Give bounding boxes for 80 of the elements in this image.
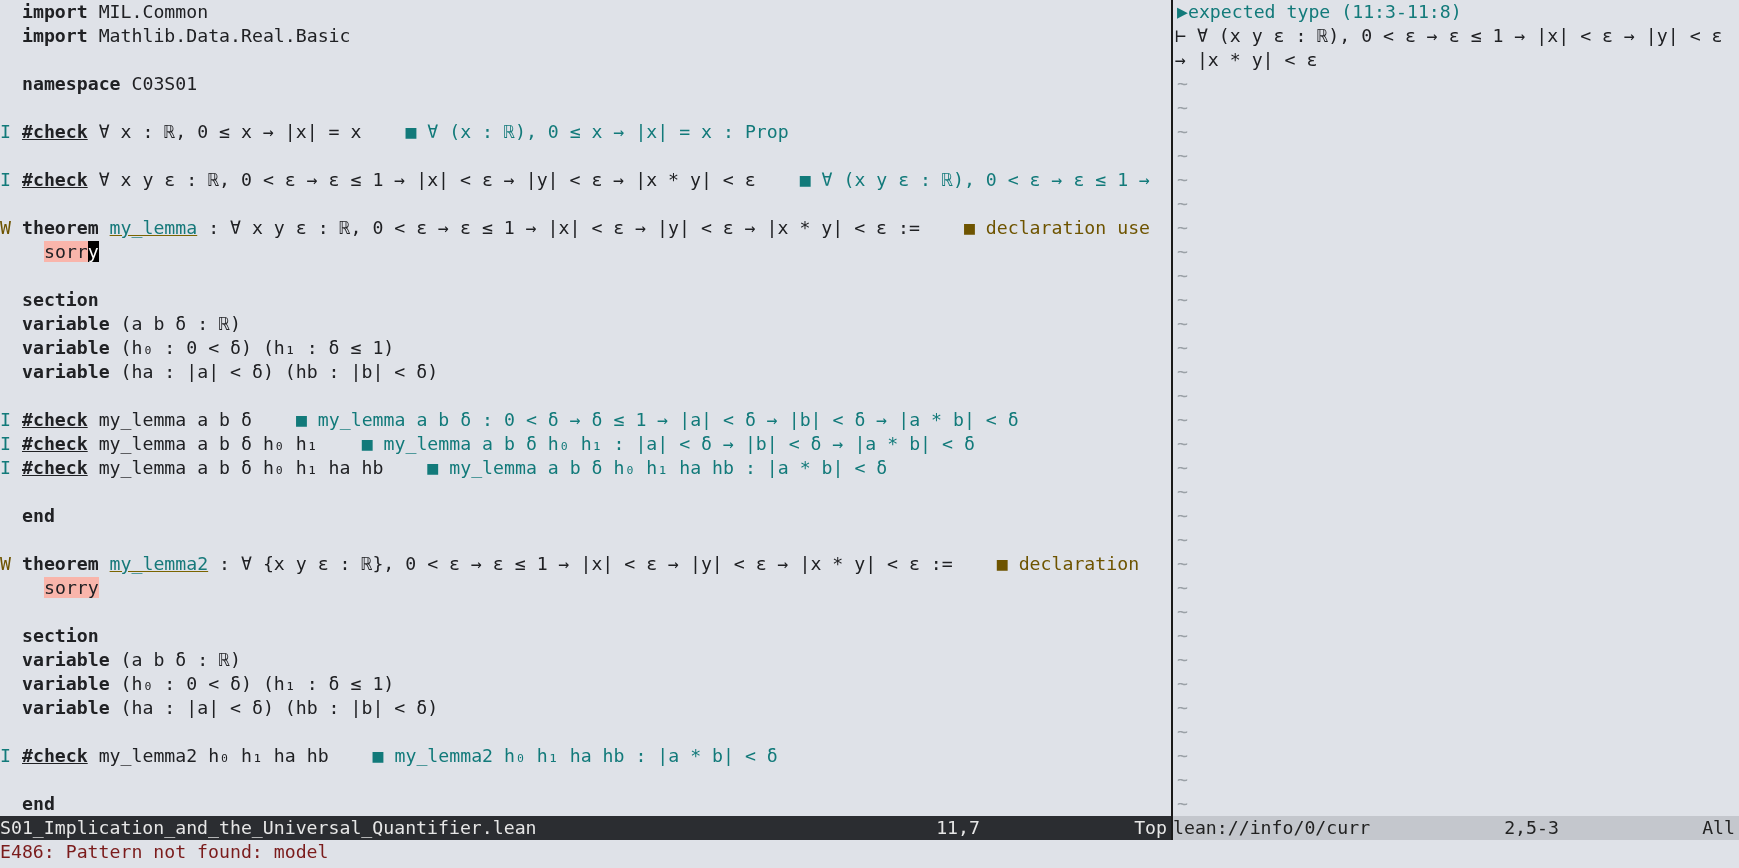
filler-tilde: ~ <box>1177 96 1188 120</box>
cursor-position: 11,7 <box>936 816 981 840</box>
info-header[interactable]: ▶expected type (11:3-11:8) <box>1177 0 1462 24</box>
text-cursor: y <box>87 241 99 262</box>
sign-marker: I <box>0 121 11 142</box>
filler-tilde: ~ <box>1177 744 1188 768</box>
filler-tilde: ~ <box>1177 288 1188 312</box>
code-line: import MIL.Common <box>22 0 209 24</box>
filler-tilde: ~ <box>1177 720 1188 744</box>
filler-tilde: ~ <box>1177 528 1188 552</box>
code-line: #check ∀ x y ε : ℝ, 0 < ε → ε ≤ 1 → |x| < ε → |y| < ε → |x * y| < ε <box>22 168 756 192</box>
code-line: #check ∀ x : ℝ, 0 ≤ x → |x| = x <box>22 120 362 144</box>
filler-tilde: ~ <box>1177 168 1188 192</box>
cursor-position: 2,5-3 <box>1504 816 1560 840</box>
sign-marker: I <box>0 457 11 478</box>
code-line: section <box>22 288 99 312</box>
filler-tilde: ~ <box>1177 312 1188 336</box>
diagnostic-text: ■ ∀ (x y ε : ℝ), 0 < ε → ε ≤ 1 → <box>799 168 1151 192</box>
filler-tilde: ~ <box>1177 792 1188 816</box>
code-line: #check my_lemma2 h₀ h₁ ha hb <box>22 744 329 768</box>
code-line: #check my_lemma a b δ h₀ h₁ ha hb <box>22 456 384 480</box>
filler-tilde: ~ <box>1177 120 1188 144</box>
filler-tilde: ~ <box>1177 384 1188 408</box>
code-line: variable (a b δ : ℝ) <box>22 648 241 672</box>
scroll-position: Top <box>1134 816 1168 840</box>
code-line: namespace C03S01 <box>22 72 198 96</box>
filler-tilde: ~ <box>1177 144 1188 168</box>
sign-marker: W <box>0 553 11 574</box>
filler-tilde: ~ <box>1177 336 1188 360</box>
filler-tilde: ~ <box>1177 768 1188 792</box>
filler-tilde: ~ <box>1177 240 1188 264</box>
filler-tilde: ~ <box>1177 624 1188 648</box>
code-line: #check my_lemma a b δ <box>22 408 252 432</box>
filler-tilde: ~ <box>1177 672 1188 696</box>
sorry-highlight: sorry <box>44 577 99 598</box>
code-line: end <box>22 792 55 816</box>
code-line: section <box>22 624 99 648</box>
diagnostic-text: ■ my_lemma2 h₀ h₁ ha hb : |a * b| < δ <box>372 744 778 768</box>
scroll-position: All <box>1702 816 1736 840</box>
goal-text: ⊢ ∀ (x y ε : ℝ), 0 < ε → ε ≤ 1 → |x| < ε → |y| < ε → |x * y| < ε <box>1174 24 1724 72</box>
filler-tilde: ~ <box>1177 408 1188 432</box>
sorry-highlight: sorr <box>44 241 88 262</box>
command-line-message: E486: Pattern not found: model <box>0 841 329 862</box>
sign-marker: I <box>0 433 11 454</box>
diagnostic-text: ■ my_lemma a b δ : 0 < δ → δ ≤ 1 → |a| < δ → |b| < δ → |a * b| < δ <box>295 408 1019 432</box>
diagnostic-text: ■ declaration use <box>963 216 1151 240</box>
filler-tilde: ~ <box>1177 600 1188 624</box>
filler-tilde: ~ <box>1177 696 1188 720</box>
code-line: import Mathlib.Data.Real.Basic <box>22 24 351 48</box>
code-line: variable (ha : |a| < δ) (hb : |b| < δ) <box>22 696 439 720</box>
sign-marker: I <box>0 169 11 190</box>
file-name: S01_Implication_and_the_Universal_Quantifier.lean <box>0 816 538 840</box>
filler-tilde: ~ <box>1177 456 1188 480</box>
code-line: theorem my_lemma : ∀ x y ε : ℝ, 0 < ε → ε ≤ 1 → |x| < ε → |y| < ε → |x * y| < ε := <box>22 216 920 240</box>
filler-tilde: ~ <box>1177 216 1188 240</box>
diagnostic-text: ■ declaration <box>996 552 1140 576</box>
filler-tilde: ~ <box>1177 72 1188 96</box>
code-line: end <box>22 504 55 528</box>
code-line: theorem my_lemma2 : ∀ {x y ε : ℝ}, 0 < ε → ε ≤ 1 → |x| < ε → |y| < ε → |x * y| < ε := <box>22 552 953 576</box>
code-line: variable (h₀ : 0 < δ) (h₁ : δ ≤ 1) <box>22 672 395 696</box>
filler-tilde: ~ <box>1177 432 1188 456</box>
code-line: variable (a b δ : ℝ) <box>22 312 241 336</box>
diagnostic-text: ■ my_lemma a b δ h₀ h₁ ha hb : |a * b| < δ <box>427 456 888 480</box>
code-line: variable (h₀ : 0 < δ) (h₁ : δ ≤ 1) <box>22 336 395 360</box>
filler-tilde: ~ <box>1177 360 1188 384</box>
file-name: lean://info/0/curr <box>1173 816 1372 840</box>
filler-tilde: ~ <box>1177 648 1188 672</box>
sign-marker: W <box>0 217 11 238</box>
diagnostic-text: ■ ∀ (x : ℝ), 0 ≤ x → |x| = x : Prop <box>405 120 789 144</box>
code-line: #check my_lemma a b δ h₀ h₁ <box>22 432 318 456</box>
filler-tilde: ~ <box>1177 192 1188 216</box>
filler-tilde: ~ <box>1177 576 1188 600</box>
code-line: variable (ha : |a| < δ) (hb : |b| < δ) <box>22 360 439 384</box>
filler-tilde: ~ <box>1177 264 1188 288</box>
filler-tilde: ~ <box>1177 504 1188 528</box>
filler-tilde: ~ <box>1177 552 1188 576</box>
sign-marker: I <box>0 409 11 430</box>
sign-marker: I <box>0 745 11 766</box>
filler-tilde: ~ <box>1177 480 1188 504</box>
diagnostic-text: ■ my_lemma a b δ h₀ h₁ : |a| < δ → |b| < δ → |a * b| < δ <box>361 432 975 456</box>
